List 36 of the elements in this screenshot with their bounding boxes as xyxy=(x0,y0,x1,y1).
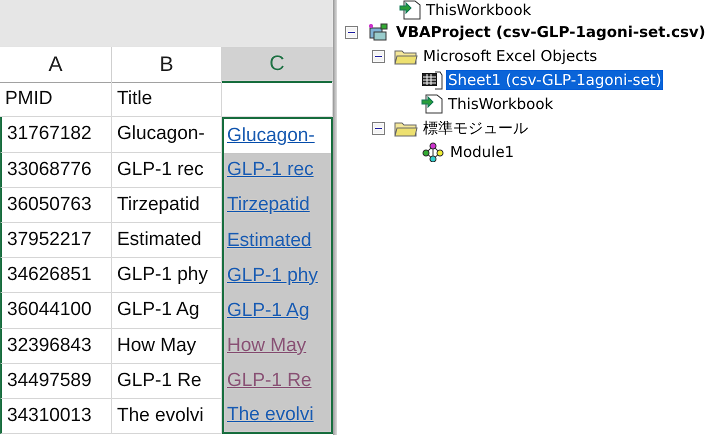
module-icon xyxy=(421,142,445,162)
table-cell: PMID xyxy=(0,82,112,118)
hyperlink-cell[interactable]: The evolvi xyxy=(222,398,333,434)
sheet-grid-icon xyxy=(421,70,443,90)
workbook-icon xyxy=(421,94,443,114)
table-cell: 36044100 xyxy=(0,293,112,328)
hyperlink-cell[interactable]: Tirzepatid xyxy=(222,188,333,223)
collapse-toggle[interactable] xyxy=(372,122,385,134)
tree-item[interactable]: ThisWorkbook xyxy=(446,94,556,114)
hyperlink-cell[interactable]: How May xyxy=(222,328,333,364)
hyperlink-cell[interactable]: GLP-1 Ag xyxy=(222,293,333,328)
column-header[interactable]: C xyxy=(222,47,333,83)
tree-item[interactable]: 標準モジュール xyxy=(421,118,530,138)
table-cell: 33068776 xyxy=(0,152,112,188)
tree-item[interactable]: Microsoft Excel Objects xyxy=(421,46,600,66)
table-cell: 34497589 xyxy=(0,364,112,399)
table-cell: 34626851 xyxy=(0,258,112,294)
collapse-toggle[interactable] xyxy=(345,26,358,38)
hyperlink-cell[interactable]: GLP-1 rec xyxy=(222,152,333,188)
table-cell: Title xyxy=(112,82,222,118)
tree-item[interactable]: Module1 xyxy=(448,142,516,162)
table-cell: 36050763 xyxy=(0,188,112,223)
table-cell: 34310013 xyxy=(0,398,112,434)
tree-item[interactable]: VBAProject (csv-GLP-1agoni-set.csv) xyxy=(394,22,708,42)
collapse-toggle[interactable] xyxy=(372,50,385,62)
hyperlink-cell[interactable]: GLP-1 Re xyxy=(222,364,333,399)
tree-item[interactable]: ThisWorkbook xyxy=(424,0,534,20)
column-header[interactable]: A xyxy=(0,47,112,83)
table-cell: 32396843 xyxy=(0,328,112,364)
hyperlink-cell[interactable]: GLP-1 phy xyxy=(222,258,333,294)
table-cell: 37952217 xyxy=(0,222,112,258)
column-header[interactable]: B xyxy=(112,47,222,83)
hyperlink-cell[interactable]: Glucagon- xyxy=(222,117,333,153)
table-cell: 31767182 xyxy=(0,117,112,153)
hyperlink-cell[interactable]: Estimated xyxy=(222,222,333,258)
tree-item[interactable]: Sheet1 (csv-GLP-1agoni-set) xyxy=(446,70,664,90)
